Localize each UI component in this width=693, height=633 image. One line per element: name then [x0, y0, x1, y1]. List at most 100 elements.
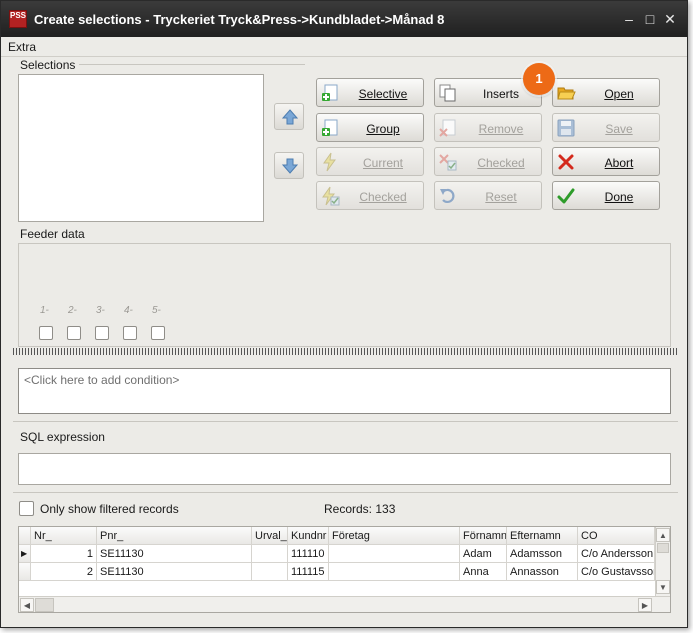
minimize-icon[interactable]: – — [621, 11, 637, 27]
feeder-checkbox-3[interactable] — [95, 326, 109, 340]
column-header-pnr[interactable]: Pnr_ — [97, 527, 252, 545]
feeder-data-panel — [18, 243, 671, 347]
table-cell-urval[interactable] — [252, 545, 288, 563]
title-bar[interactable]: PSS Create selections - Tryckeriet Tryck… — [1, 1, 687, 37]
open-button[interactable]: Open — [552, 78, 660, 107]
filter-label: Only show filtered records — [40, 502, 179, 516]
lightning-icon — [323, 152, 336, 172]
red-x-icon — [558, 154, 574, 170]
done-label: Done — [604, 190, 634, 204]
checked-left-button[interactable]: Checked — [316, 181, 424, 210]
group-label: Group — [366, 122, 400, 136]
column-header-fornamn[interactable]: Förnamn — [460, 527, 507, 545]
feeder-data-label: Feeder data — [20, 227, 89, 241]
feeder-checkbox-1[interactable] — [39, 326, 53, 340]
column-header-efternamn[interactable]: Efternamn — [507, 527, 578, 545]
table-cell-fornamn[interactable]: Anna — [460, 563, 507, 581]
app-icon: PSS — [9, 10, 27, 28]
scroll-down-icon[interactable]: ▼ — [656, 580, 670, 594]
remove-label: Remove — [478, 122, 524, 136]
undo-arrow-icon — [440, 188, 455, 203]
splitter-handle[interactable] — [13, 348, 678, 355]
red-x-page-icon — [439, 119, 456, 137]
row-indicator-header — [19, 527, 31, 545]
feeder-checkbox-4[interactable] — [123, 326, 137, 340]
arrow-down-icon — [282, 158, 298, 174]
maximize-icon[interactable]: □ — [642, 11, 658, 27]
selective-button[interactable]: Selective — [316, 78, 424, 107]
lightning-check-icon — [322, 186, 340, 206]
condition-divider — [13, 421, 678, 422]
move-down-button[interactable] — [274, 152, 304, 179]
abort-button[interactable]: Abort — [552, 147, 660, 176]
move-up-button[interactable] — [274, 103, 304, 130]
table-cell-nr[interactable]: 1 — [31, 545, 97, 563]
horizontal-scrollbar[interactable]: ◀ ▶ — [19, 596, 670, 612]
sql-divider — [13, 492, 678, 493]
scroll-right-icon[interactable]: ▶ — [638, 598, 652, 612]
feeder-checkbox-5[interactable] — [151, 326, 165, 340]
table-cell-pnr[interactable]: SE11130 — [97, 545, 252, 563]
sql-expression-field[interactable] — [18, 453, 671, 485]
table-cell-pnr[interactable]: SE11130 — [97, 563, 252, 581]
step-badge: 1 — [523, 63, 555, 95]
table-cell-co[interactable]: C/o Andersson — [578, 545, 655, 563]
vertical-scrollbar[interactable]: ▲ ▼ — [655, 527, 670, 597]
filter-checkbox[interactable] — [19, 501, 34, 516]
plus-page-icon — [322, 84, 338, 101]
selective-label: Selective — [358, 87, 408, 101]
records-count: Records: 133 — [324, 502, 396, 516]
table-cell-kundnr[interactable]: 111115 — [288, 563, 329, 581]
close-icon[interactable]: ✕ — [662, 11, 678, 27]
table-cell-urval[interactable] — [252, 563, 288, 581]
records-grid[interactable]: Nr_ Pnr_ Urval_ Kundnr Företag Förnamn E… — [18, 526, 671, 613]
menu-bar: Extra — [1, 37, 687, 57]
table-cell-fornamn[interactable]: Adam — [460, 545, 507, 563]
menu-extra[interactable]: Extra — [8, 40, 36, 54]
open-label: Open — [604, 87, 634, 101]
selections-divider — [71, 64, 305, 65]
save-button[interactable]: Save — [552, 113, 660, 142]
group-button[interactable]: Group — [316, 113, 424, 142]
table-cell-foretag[interactable] — [329, 563, 460, 581]
scroll-up-icon[interactable]: ▲ — [656, 528, 670, 542]
horizontal-scroll-thumb[interactable] — [35, 598, 54, 612]
row-indicator — [19, 563, 31, 581]
scroll-left-icon[interactable]: ◀ — [20, 598, 34, 612]
copy-pages-icon — [439, 84, 456, 102]
remove-button[interactable]: Remove — [434, 113, 542, 142]
selections-list[interactable] — [18, 74, 264, 222]
column-header-urval[interactable]: Urval_ — [252, 527, 288, 545]
reset-label: Reset — [485, 190, 517, 204]
feeder-number-1: 1- — [40, 305, 49, 316]
arrow-up-icon — [282, 109, 298, 125]
table-cell-foretag[interactable] — [329, 545, 460, 563]
table-cell-nr[interactable]: 2 — [31, 563, 97, 581]
feeder-number-5: 5- — [152, 305, 161, 316]
current-button[interactable]: Current — [316, 147, 424, 176]
vertical-scroll-thumb[interactable] — [657, 543, 669, 553]
feeder-checkbox-2[interactable] — [67, 326, 81, 340]
sql-expression-label: SQL expression — [20, 430, 109, 444]
column-header-foretag[interactable]: Företag — [329, 527, 460, 545]
table-cell-efternamn[interactable]: Adamsson — [507, 545, 578, 563]
condition-input[interactable]: <Click here to add condition> — [18, 368, 671, 414]
checked-mid-label: Checked — [477, 156, 525, 170]
column-header-kundnr[interactable]: Kundnr — [288, 527, 329, 545]
checked-mid-button[interactable]: Checked — [434, 147, 542, 176]
done-button[interactable]: Done — [552, 181, 660, 210]
column-header-nr[interactable]: Nr_ — [31, 527, 97, 545]
table-cell-efternamn[interactable]: Annasson — [507, 563, 578, 581]
reset-button[interactable]: Reset — [434, 181, 542, 210]
current-row-indicator: ▶ — [19, 545, 31, 563]
green-checkmark-icon — [557, 188, 575, 204]
table-cell-co[interactable]: C/o Gustavsson — [578, 563, 655, 581]
create-selections-window: PSS Create selections - Tryckeriet Tryck… — [0, 0, 688, 628]
save-label: Save — [605, 122, 633, 136]
feeder-number-2: 2- — [68, 305, 77, 316]
table-cell-kundnr[interactable]: 111110 — [288, 545, 329, 563]
x-check-page-icon — [439, 154, 457, 171]
plus-page-icon — [322, 119, 338, 136]
column-header-co[interactable]: CO — [578, 527, 655, 545]
selections-label: Selections — [20, 58, 80, 72]
